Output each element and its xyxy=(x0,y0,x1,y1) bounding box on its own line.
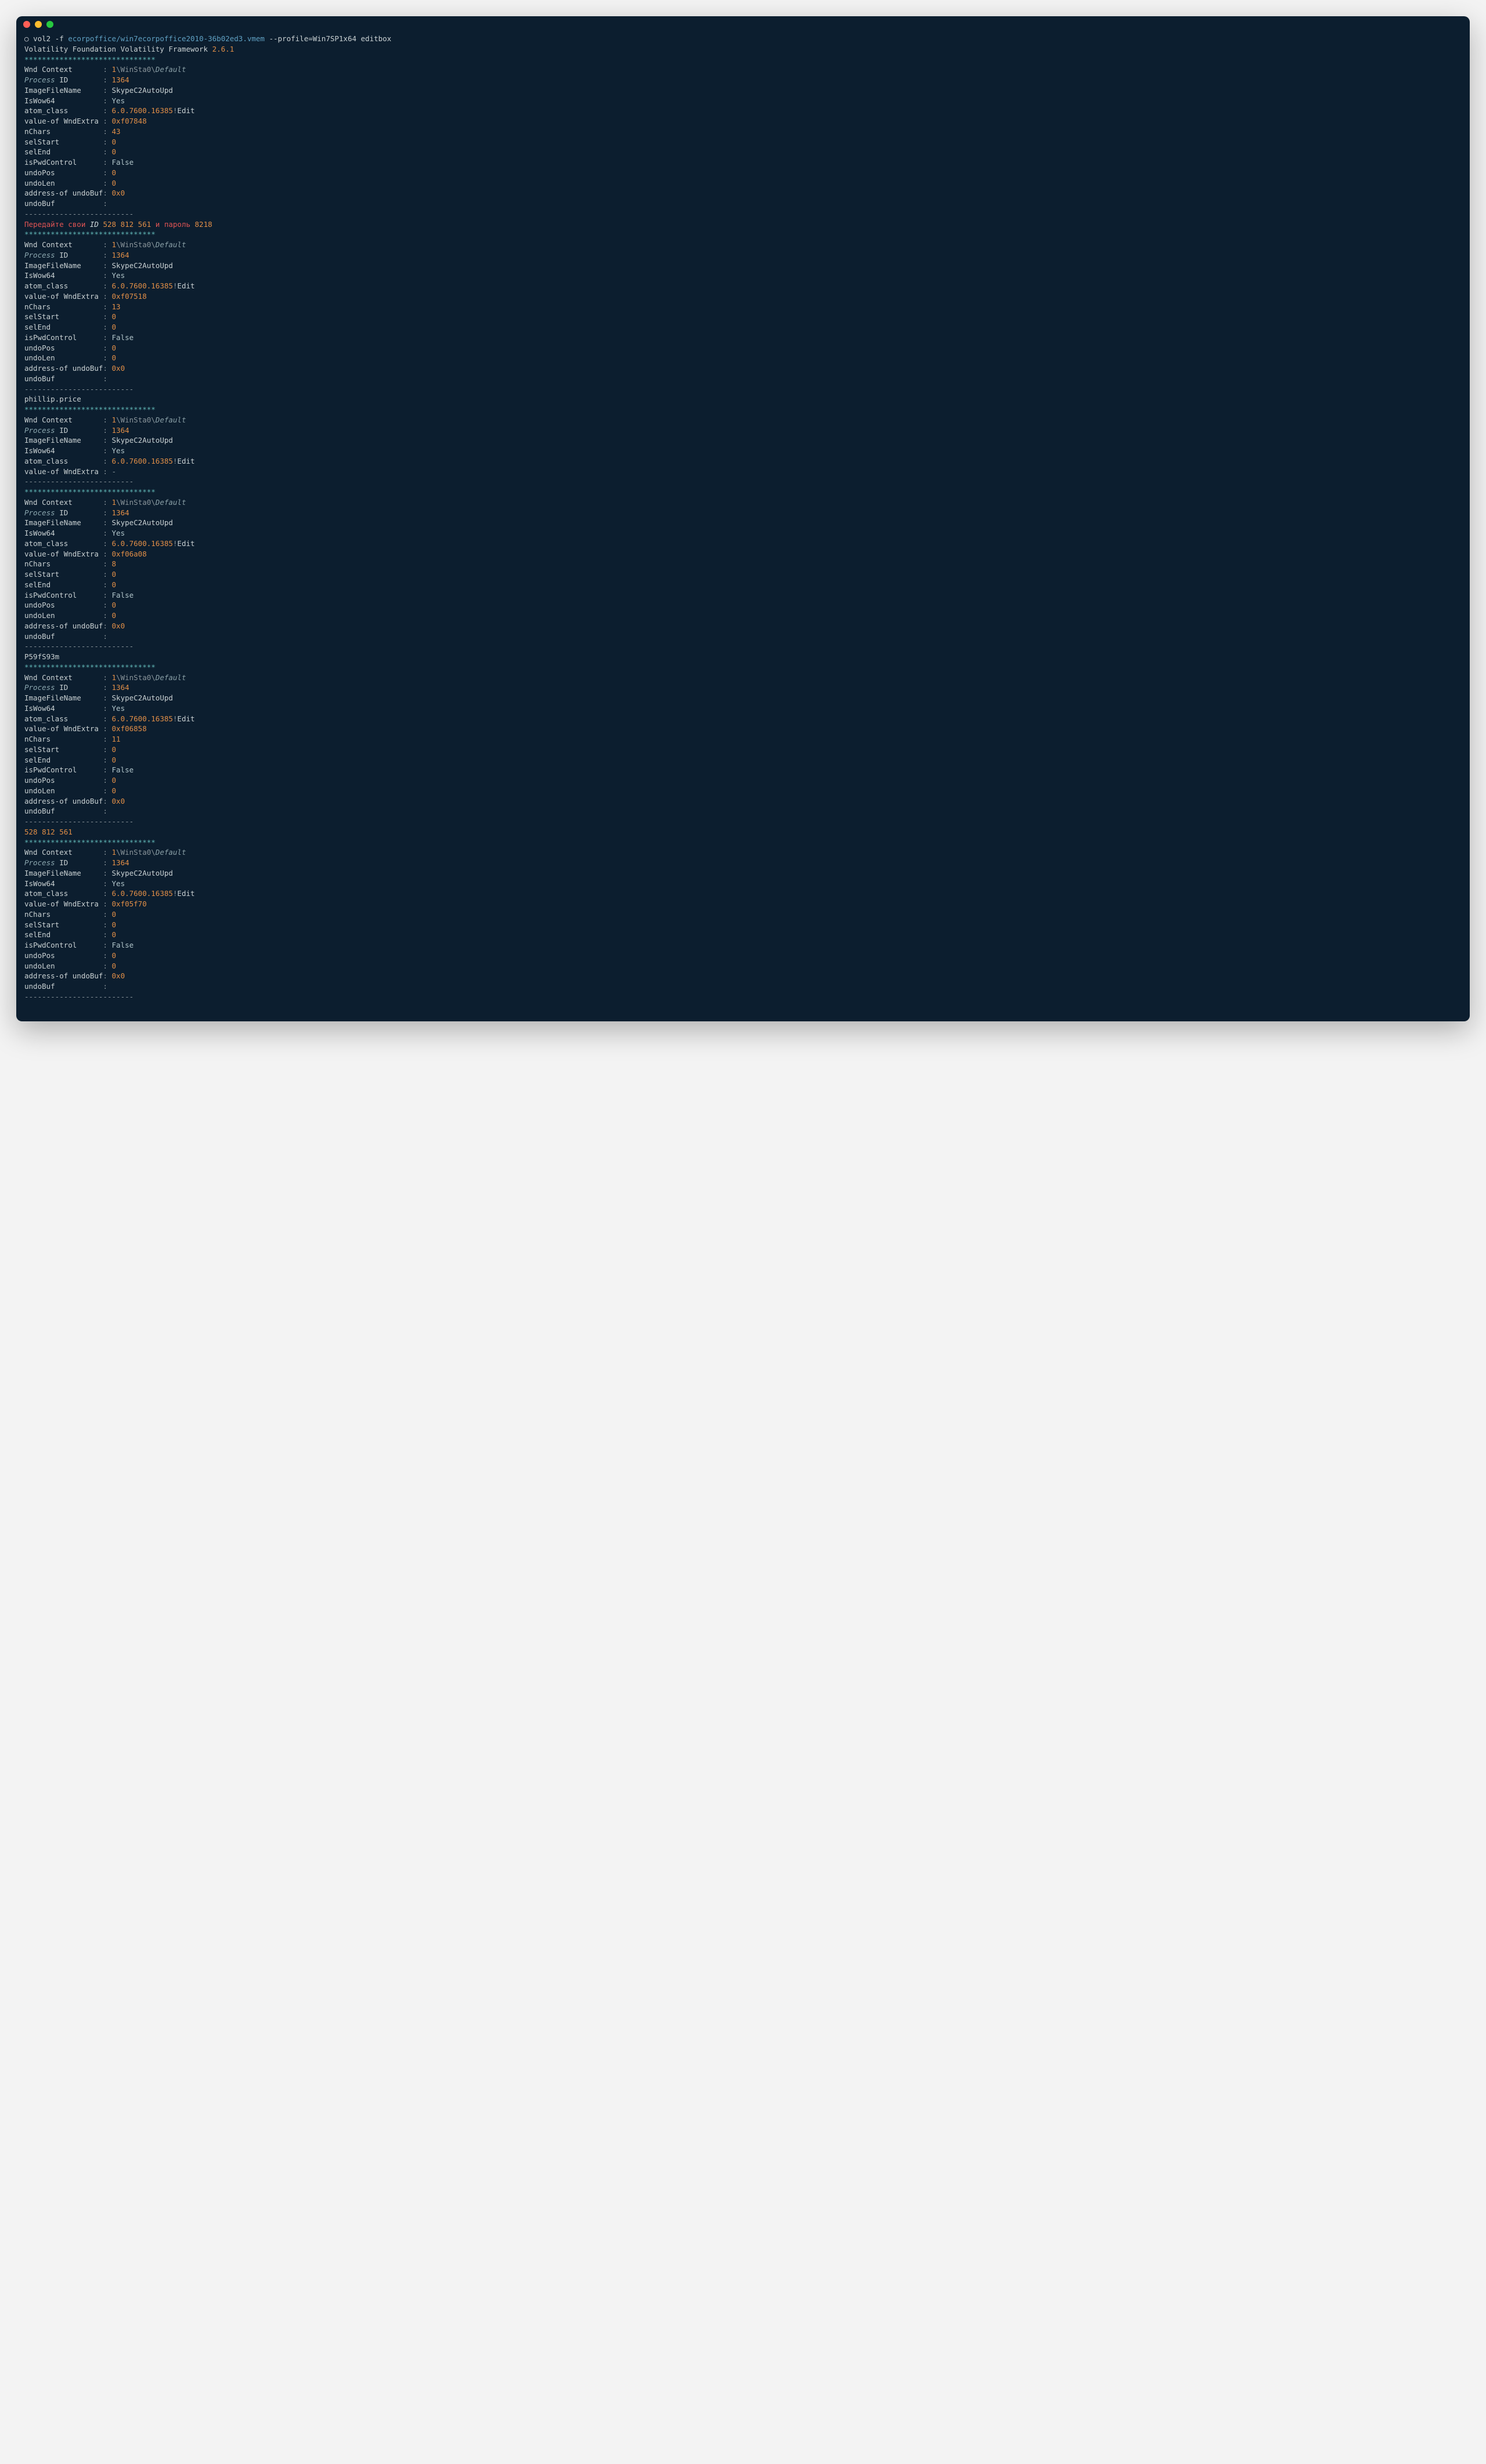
close-icon[interactable] xyxy=(23,21,30,28)
terminal-window: ○ vol2 -f ecorpoffice/win7ecorpoffice201… xyxy=(16,16,1470,1021)
minimize-icon[interactable] xyxy=(35,21,42,28)
terminal-output[interactable]: ○ vol2 -f ecorpoffice/win7ecorpoffice201… xyxy=(16,32,1470,1021)
titlebar xyxy=(16,16,1470,32)
maximize-icon[interactable] xyxy=(46,21,53,28)
